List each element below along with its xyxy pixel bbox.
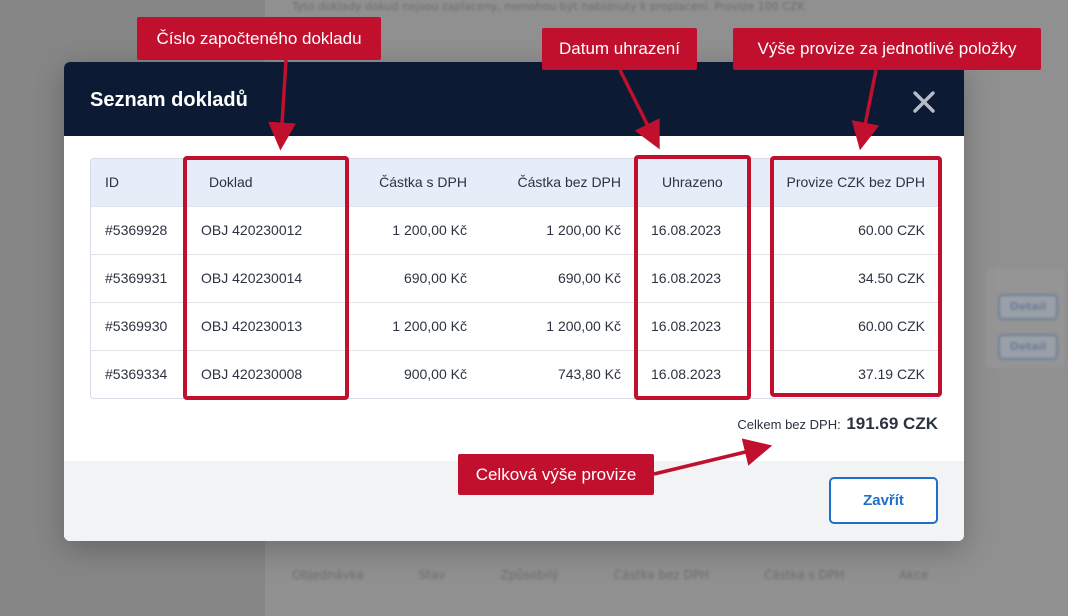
modal-title: Seznam dokladů [90, 89, 248, 111]
bg-col: Částka s DPH [764, 568, 845, 582]
annotation-paid-date: Datum uhrazení [542, 28, 697, 70]
cell-amount: 1 200,00 Kč [341, 205, 481, 254]
cell-amount-net: 1 200,00 Kč [481, 205, 635, 254]
col-header-amount: Částka s DPH [379, 174, 467, 191]
close-button[interactable]: Zavřít [829, 477, 938, 524]
highlight-commission-column [770, 156, 942, 397]
highlight-doc-column [183, 156, 349, 400]
col-header-id: ID [105, 174, 119, 191]
cell-id: #5369334 [91, 349, 183, 398]
close-icon[interactable] [907, 85, 941, 119]
close-icon-glyph [913, 91, 935, 113]
bg-table-header: Objednávka Stav Způsobilý Částka bez DPH… [292, 568, 1052, 592]
bg-col: Akce [899, 568, 929, 582]
bg-detail-button: Detail [998, 334, 1058, 360]
bg-info-text: Tyto doklady dokud nejsou zaplaceny, nem… [292, 0, 805, 13]
annotation-total-commission: Celková výše provize [458, 454, 654, 495]
cell-amount: 900,00 Kč [341, 349, 481, 398]
cell-amount: 1 200,00 Kč [341, 301, 481, 350]
modal-header: Seznam dokladů [64, 62, 964, 136]
cell-id: #5369928 [91, 205, 183, 254]
col-header-amount-net: Částka bez DPH [517, 174, 621, 191]
total-label: Celkem bez DPH: [737, 417, 841, 432]
cell-id: #5369931 [91, 253, 183, 302]
total-commission: Celkem bez DPH: 191.69 CZK [737, 414, 938, 434]
cell-amount-net: 1 200,00 Kč [481, 301, 635, 350]
cell-id: #5369930 [91, 301, 183, 350]
total-value: 191.69 CZK [846, 414, 938, 433]
bg-col: Stav [418, 568, 446, 582]
highlight-paid-column [634, 155, 751, 400]
cell-amount-net: 743,80 Kč [481, 349, 635, 398]
bg-col: Částka bez DPH [613, 568, 709, 582]
bg-detail-button: Detail [998, 294, 1058, 320]
bg-col: Objednávka [292, 568, 364, 582]
cell-amount: 690,00 Kč [341, 253, 481, 302]
cell-amount-net: 690,00 Kč [481, 253, 635, 302]
annotation-doc-number: Číslo započteného dokladu [137, 17, 381, 60]
bg-col: Způsobilý [500, 568, 559, 582]
annotation-commission-items: Výše provize za jednotlivé položky [733, 28, 1041, 70]
